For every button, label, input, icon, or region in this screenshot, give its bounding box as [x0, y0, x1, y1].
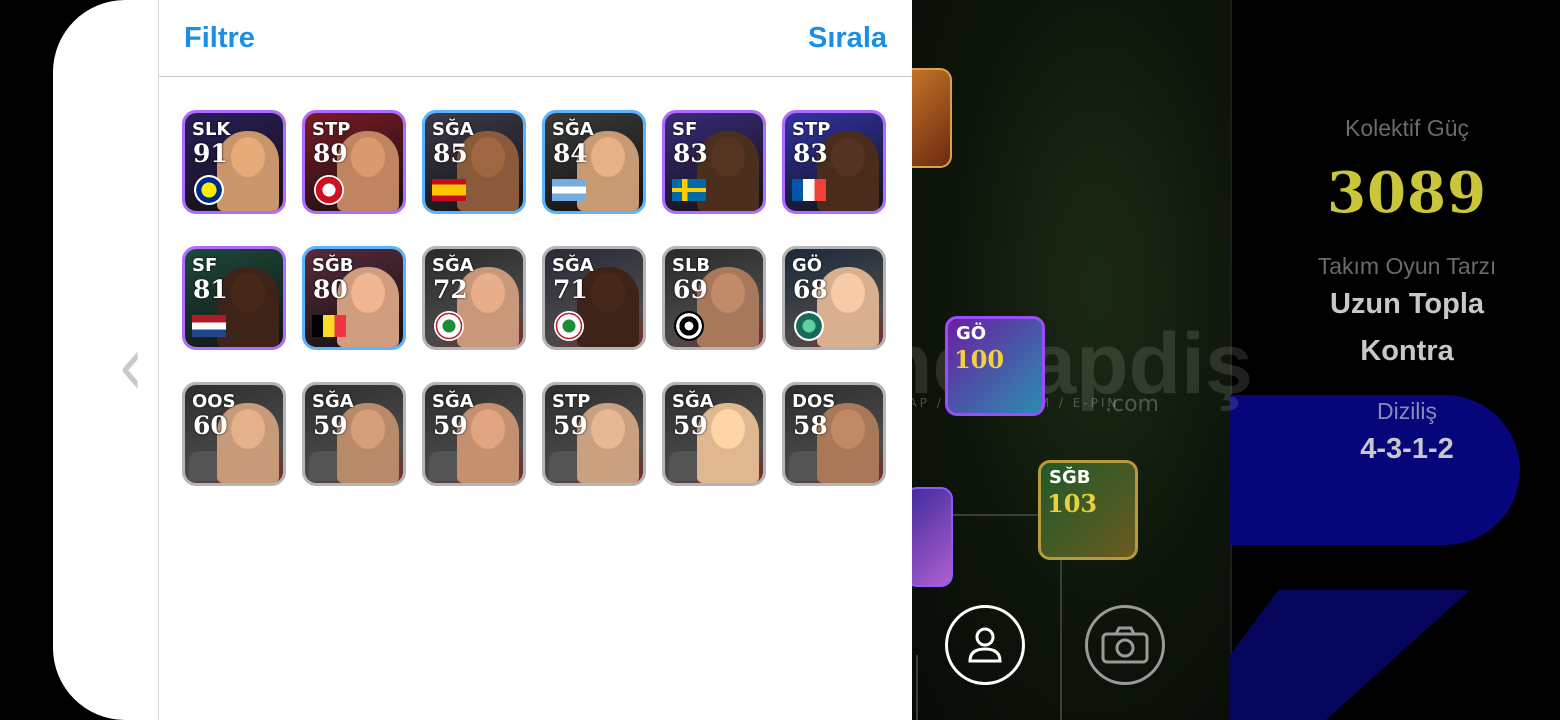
field-card-position: GÖ — [956, 323, 987, 344]
filter-button[interactable]: Filtre — [184, 22, 255, 55]
player-rating: 81 — [193, 275, 228, 304]
spain-flag-icon — [432, 179, 466, 201]
player-position: SĞA — [432, 119, 474, 140]
player-card[interactable]: SĞA 71 — [542, 246, 646, 350]
player-position: SĞA — [432, 255, 474, 276]
header-divider — [159, 76, 912, 77]
user-icon — [968, 627, 1002, 663]
player-rating: 60 — [193, 411, 228, 440]
player-rating: 59 — [313, 411, 348, 440]
sort-button[interactable]: Sıralа — [808, 22, 887, 55]
chevron-left-icon[interactable]: ‹ — [118, 319, 144, 415]
collective-power-label: Kolektif Güç — [1345, 115, 1469, 141]
player-card[interactable]: SF 81 — [182, 246, 286, 350]
player-position: SĞA — [672, 391, 714, 412]
player-rating: 59 — [433, 411, 468, 440]
player-rating: 85 — [433, 139, 468, 168]
player-selection-panel — [53, 0, 912, 720]
player-view-button[interactable] — [945, 605, 1025, 685]
player-position: SĞA — [552, 255, 594, 276]
player-position: OOS — [192, 391, 236, 412]
netherlands-flag-icon — [192, 315, 226, 337]
player-card[interactable]: STP 89 — [302, 110, 406, 214]
player-position: SLB — [672, 255, 711, 276]
player-position: SF — [192, 255, 218, 276]
rizespor-badge-icon — [554, 311, 584, 341]
camera-button[interactable] — [1085, 605, 1165, 685]
camera-icon — [1101, 626, 1149, 664]
player-card[interactable]: OOS 60 — [182, 382, 286, 486]
player-position: GÖ — [792, 255, 823, 276]
player-card[interactable]: SĞB 80 — [302, 246, 406, 350]
fenerbahce-badge-icon — [194, 175, 224, 205]
pitch-line — [916, 655, 918, 720]
field-card-position: SĞB — [1049, 467, 1091, 488]
shonan-badge-icon — [794, 311, 824, 341]
player-position: SĞA — [312, 391, 354, 412]
player-rating: 80 — [313, 275, 348, 304]
player-position: DOS — [792, 391, 836, 412]
player-card[interactable]: SĞA 59 — [422, 382, 526, 486]
collective-power-value: 3089 — [1327, 160, 1487, 226]
player-card[interactable]: DOS 58 — [782, 382, 886, 486]
player-position: SF — [672, 119, 698, 140]
playstyle-value: Uzun Topla — [1329, 288, 1485, 320]
formation-value: 4-3-1-2 — [1360, 433, 1454, 465]
field-player-card-gk[interactable]: GÖ 100 — [945, 316, 1045, 416]
field-card-rating: 103 — [1047, 489, 1098, 518]
player-card[interactable]: STP 83 — [782, 110, 886, 214]
belgium-flag-icon — [312, 315, 346, 337]
player-rating: 68 — [793, 275, 828, 304]
argentina-flag-icon — [552, 179, 586, 201]
player-card[interactable]: SĞA 72 — [422, 246, 526, 350]
player-rating: 83 — [673, 139, 708, 168]
player-card[interactable]: SĞA 85 — [422, 110, 526, 214]
france-flag-icon — [792, 179, 826, 201]
player-rating: 59 — [553, 411, 588, 440]
player-position: SLK — [192, 119, 231, 140]
player-card[interactable]: SĞA 59 — [302, 382, 406, 486]
player-card[interactable]: SĞA 59 — [662, 382, 766, 486]
player-position: STP — [552, 391, 591, 412]
player-card[interactable]: STP 59 — [542, 382, 646, 486]
playstyle-value-line2: Kontra — [1360, 335, 1454, 367]
player-rating: 83 — [793, 139, 828, 168]
player-position: STP — [792, 119, 831, 140]
player-position: SĞB — [312, 255, 354, 276]
playstyle-label: Takım Oyun Tarzı — [1317, 253, 1497, 279]
player-rating: 91 — [193, 139, 228, 168]
player-card[interactable]: SLB 69 — [662, 246, 766, 350]
player-rating: 72 — [433, 275, 468, 304]
watermark-domain: .com — [1105, 392, 1159, 417]
player-position: STP — [312, 119, 351, 140]
player-rating: 89 — [313, 139, 348, 168]
panel-divider — [158, 0, 159, 720]
club-badge-icon — [674, 311, 704, 341]
sweden-flag-icon — [672, 179, 706, 201]
player-rating: 71 — [553, 275, 588, 304]
field-player-card[interactable] — [905, 487, 953, 587]
player-rating: 69 — [673, 275, 708, 304]
player-position: SĞA — [552, 119, 594, 140]
field-player-card-rb[interactable]: SĞB 103 — [1038, 460, 1138, 560]
player-card[interactable]: SLK 91 — [182, 110, 286, 214]
player-rating: 59 — [673, 411, 708, 440]
player-rating: 58 — [793, 411, 828, 440]
rizespor-badge-icon — [434, 311, 464, 341]
field-card-rating: 100 — [954, 345, 1005, 374]
player-card[interactable]: SĞA 84 — [542, 110, 646, 214]
player-position: SĞA — [432, 391, 474, 412]
antalyaspor-badge-icon — [314, 175, 344, 205]
player-card[interactable]: SF 83 — [662, 110, 766, 214]
player-card[interactable]: GÖ 68 — [782, 246, 886, 350]
formation-label: Diziliş — [1376, 398, 1438, 424]
player-rating: 84 — [553, 139, 588, 168]
